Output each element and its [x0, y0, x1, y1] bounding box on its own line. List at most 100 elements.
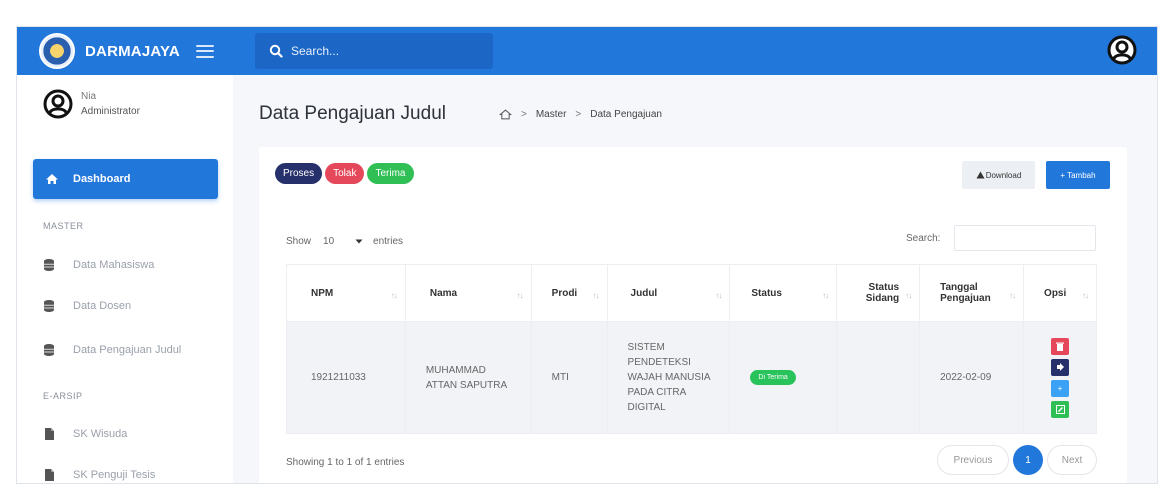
filter-terima-button[interactable]: Terima: [367, 163, 414, 184]
table-search-label: Search:: [906, 233, 941, 244]
trash-icon: [1056, 342, 1065, 351]
user-avatar-icon[interactable]: [1107, 35, 1137, 65]
search-icon: [269, 44, 283, 58]
cell-status-sidang: [836, 321, 921, 434]
entries-label: entries: [373, 235, 404, 247]
chevron-down-icon: [355, 239, 363, 243]
sort-icon: ↑↓: [715, 291, 722, 300]
home-icon[interactable]: [499, 109, 512, 120]
column-header-opsi[interactable]: Opsi ↑↓: [1023, 264, 1097, 322]
breadcrumb-separator: >: [575, 109, 582, 120]
user-role: Administrator: [81, 106, 140, 117]
database-icon: [44, 259, 54, 271]
sidebar-item-sk-penguji-tesis[interactable]: SK Penguji Tesis: [43, 468, 155, 482]
page-title: Data Pengajuan Judul: [259, 103, 446, 124]
cell-judul: SISTEM PENDETEKSI WAJAH MANUSIA PADA CIT…: [606, 321, 731, 434]
file-icon: [45, 469, 54, 481]
cell-status: Di Terima: [729, 321, 838, 434]
avatar-icon: [43, 89, 73, 119]
info-button[interactable]: +: [1051, 379, 1070, 397]
column-header-status-sidang[interactable]: Status Sidang ↑↓: [836, 264, 921, 322]
cell-opsi: +: [1023, 321, 1097, 434]
sort-icon: ↑↓: [390, 291, 398, 300]
sort-icon: ↑↓: [516, 291, 524, 300]
status-filter-group: Proses Tolak Terima: [275, 163, 417, 184]
user-name: Nia: [81, 91, 97, 102]
column-header-prodi[interactable]: Prodi ↑↓: [530, 264, 608, 322]
university-logo: [39, 33, 75, 69]
column-header-npm[interactable]: NPM ↑↓: [286, 264, 406, 322]
sidebar-item-label: SK Penguji Tesis: [73, 469, 156, 481]
delete-button[interactable]: [1051, 337, 1070, 355]
edit-button[interactable]: [1051, 400, 1070, 418]
show-label: Show: [286, 235, 312, 247]
column-header-tanggal-pengajuan[interactable]: Tanggal Pengajuan ↑↓: [919, 264, 1025, 322]
sidebar-item-data-dosen[interactable]: Data Dosen: [43, 299, 131, 313]
tambah-label: Tambah: [1067, 170, 1096, 180]
table-search-input[interactable]: [954, 225, 1096, 251]
download-label: Download: [985, 170, 1022, 180]
user-profile: Nia Administrator: [43, 89, 140, 119]
sidebar-item-label: Data Mahasiswa: [73, 259, 155, 271]
database-icon: [44, 344, 54, 356]
brand-name: DARMAJAYA: [85, 42, 180, 60]
sort-icon: ↑↓: [1082, 291, 1089, 300]
section-label-earsip: E-ARSIP: [43, 391, 83, 401]
cell-nama: MUHAMMAD ATTAN SAPUTRA: [404, 321, 532, 434]
sidebar-item-label: Dashboard: [73, 173, 131, 185]
previous-page-button[interactable]: Previous: [937, 445, 1009, 475]
filter-tolak-button[interactable]: Tolak: [325, 163, 365, 184]
cell-npm: 1921211033: [286, 321, 406, 434]
action-buttons: +: [1036, 336, 1084, 420]
sidebar-item-data-mahasiswa[interactable]: Data Mahasiswa: [43, 258, 154, 272]
sidebar-item-label: SK Wisuda: [73, 428, 128, 440]
warning-icon: [976, 171, 985, 179]
cell-tanggal: 2022-02-09: [919, 321, 1025, 434]
brand: DARMAJAYA: [17, 27, 219, 75]
sort-icon: ↑↓: [822, 291, 829, 300]
sidebar-item-sk-wisuda[interactable]: SK Wisuda: [43, 427, 127, 441]
arrow-right-icon: [1057, 363, 1065, 371]
tambah-button[interactable]: + Tambah: [1046, 161, 1110, 189]
breadcrumb-item-current: Data Pengajuan: [590, 109, 662, 120]
search-bar[interactable]: [255, 33, 493, 69]
show-entries-control: Show 10 entries: [286, 231, 403, 251]
filter-proses-button[interactable]: Proses: [275, 163, 323, 184]
column-header-judul[interactable]: Judul ↑↓: [606, 264, 731, 322]
cell-prodi: MTI: [530, 321, 608, 434]
database-icon: [44, 300, 54, 312]
home-icon: [46, 174, 58, 184]
sort-icon: ↑↓: [905, 291, 912, 300]
plus-icon: +: [1060, 170, 1066, 180]
sidebar: Nia Administrator Dashboard MASTER Data …: [17, 75, 233, 483]
sidebar-item-data-pengajuan-judul[interactable]: Data Pengajuan Judul: [43, 343, 181, 357]
plus-icon: +: [1057, 383, 1063, 393]
search-input[interactable]: [291, 44, 471, 58]
pagination: Previous 1 Next: [937, 445, 1097, 475]
entries-value: 10: [323, 235, 335, 247]
column-header-nama[interactable]: Nama ↑↓: [404, 264, 532, 322]
menu-toggle-icon[interactable]: [195, 44, 214, 58]
edit-icon: [1055, 404, 1065, 414]
app-window: DARMAJAYA Nia Administrator: [16, 26, 1158, 484]
download-button[interactable]: Download: [962, 161, 1035, 189]
file-icon: [45, 428, 54, 440]
section-label-master: MASTER: [43, 221, 84, 231]
breadcrumb: > Master > Data Pengajuan: [499, 109, 662, 120]
detail-button[interactable]: [1051, 358, 1070, 376]
sort-icon: ↑↓: [592, 291, 600, 300]
page-1-button[interactable]: 1: [1013, 445, 1043, 475]
top-navbar: DARMAJAYA: [17, 27, 1157, 75]
sort-icon: ↑↓: [1009, 291, 1016, 300]
entries-select[interactable]: 10: [317, 231, 367, 251]
table-row: 1921211033 MUHAMMAD ATTAN SAPUTRA MTI SI…: [286, 321, 1097, 434]
data-table: NPM ↑↓ Nama ↑↓ Prodi ↑↓ Judul ↑↓ Status ↑↓ St…: [286, 264, 1097, 434]
data-card: Proses Tolak Terima Download + Tambah Sh…: [259, 147, 1127, 483]
breadcrumb-item-master[interactable]: Master: [536, 109, 567, 120]
sidebar-item-label: Data Dosen: [73, 300, 132, 312]
table-header-row: NPM ↑↓ Nama ↑↓ Prodi ↑↓ Judul ↑↓ Status ↑↓ St…: [286, 264, 1097, 322]
sidebar-item-label: Data Pengajuan Judul: [73, 344, 182, 356]
column-header-status[interactable]: Status ↑↓: [729, 264, 838, 322]
sidebar-item-dashboard[interactable]: Dashboard: [33, 159, 218, 199]
next-page-button[interactable]: Next: [1047, 445, 1097, 475]
